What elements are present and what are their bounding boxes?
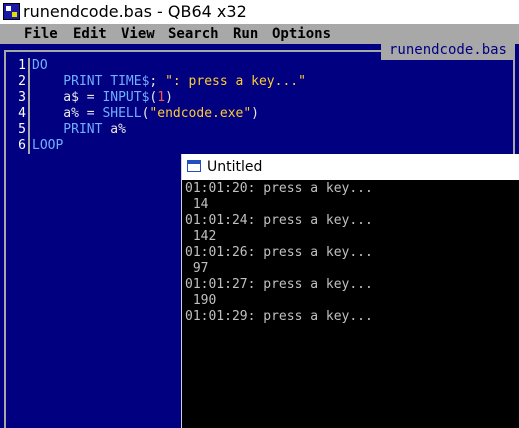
menu-view[interactable]: View (121, 24, 155, 44)
file-name-tab: runendcode.bas (380, 40, 515, 60)
code-token: 1 (157, 90, 166, 105)
console-line: 142 (185, 229, 217, 244)
window-title: runendcode.bas - QB64 x32 (23, 2, 247, 21)
line-number: 3 (18, 90, 26, 105)
menu-file[interactable]: File (24, 24, 58, 44)
console-line: 14 (185, 197, 209, 212)
console-line: 01:01:27: press a key... (185, 277, 373, 292)
code-token: a% (110, 122, 126, 137)
code-line[interactable]: a$ = INPUT$(1) (32, 90, 306, 106)
console-window[interactable]: Untitled 01:01:20: press a key... 14 01:0… (181, 154, 519, 428)
console-line: 01:01:20: press a key... (185, 181, 373, 196)
code-token: SHELL (102, 106, 142, 121)
console-line: 01:01:29: press a key... (185, 309, 373, 324)
menu-search[interactable]: Search (168, 24, 219, 44)
menu-options[interactable]: Options (272, 24, 331, 44)
code-line[interactable]: DO (32, 58, 306, 74)
line-number: 4 (18, 106, 26, 121)
console-title: Untitled (207, 159, 263, 175)
console-line: 97 (185, 261, 209, 276)
code-line[interactable]: LOOP (32, 138, 306, 154)
console-output: 01:01:20: press a key... 14 01:01:24: pre… (185, 181, 373, 325)
code-line[interactable]: PRINT a% (32, 122, 306, 138)
source-code[interactable]: DO PRINT TIME$; ": press a key..." a$ = … (32, 58, 306, 154)
line-number: 6 (18, 138, 26, 153)
code-token: a% = (32, 106, 103, 121)
console-line: 01:01:24: press a key... (185, 213, 373, 228)
code-line[interactable]: a% = SHELL("endcode.exe") (32, 106, 306, 122)
code-token: ": press a key..." (165, 74, 306, 89)
line-number: 1 (18, 58, 26, 73)
window-icon (187, 160, 201, 172)
line-number: 5 (18, 122, 26, 137)
console-title-bar[interactable]: Untitled (182, 154, 519, 180)
code-token: PRINT (32, 122, 111, 137)
menu-edit[interactable]: Edit (73, 24, 107, 44)
window-title-bar[interactable]: runendcode.bas - QB64 x32 (0, 0, 519, 24)
code-token: "endcode.exe" (149, 106, 252, 121)
code-token: DO (32, 58, 48, 73)
gutter-separator (28, 58, 30, 154)
console-line: 01:01:26: press a key... (185, 245, 373, 260)
code-token: INPUT$ (102, 90, 150, 105)
code-token: ; (149, 74, 166, 89)
code-line[interactable]: PRINT TIME$; ": press a key..." (32, 74, 306, 90)
qb64-app-icon[interactable] (3, 3, 20, 20)
code-token: ) (165, 90, 173, 105)
code-token: ) (251, 106, 259, 121)
line-number-gutter: 1 2 3 4 5 6 (6, 58, 26, 154)
code-token: PRINT TIME$ (32, 74, 150, 89)
console-line: 190 (185, 293, 217, 308)
line-number: 2 (18, 74, 26, 89)
menu-run[interactable]: Run (233, 24, 258, 44)
code-token: a$ = (32, 90, 103, 105)
code-token: LOOP (32, 138, 64, 153)
